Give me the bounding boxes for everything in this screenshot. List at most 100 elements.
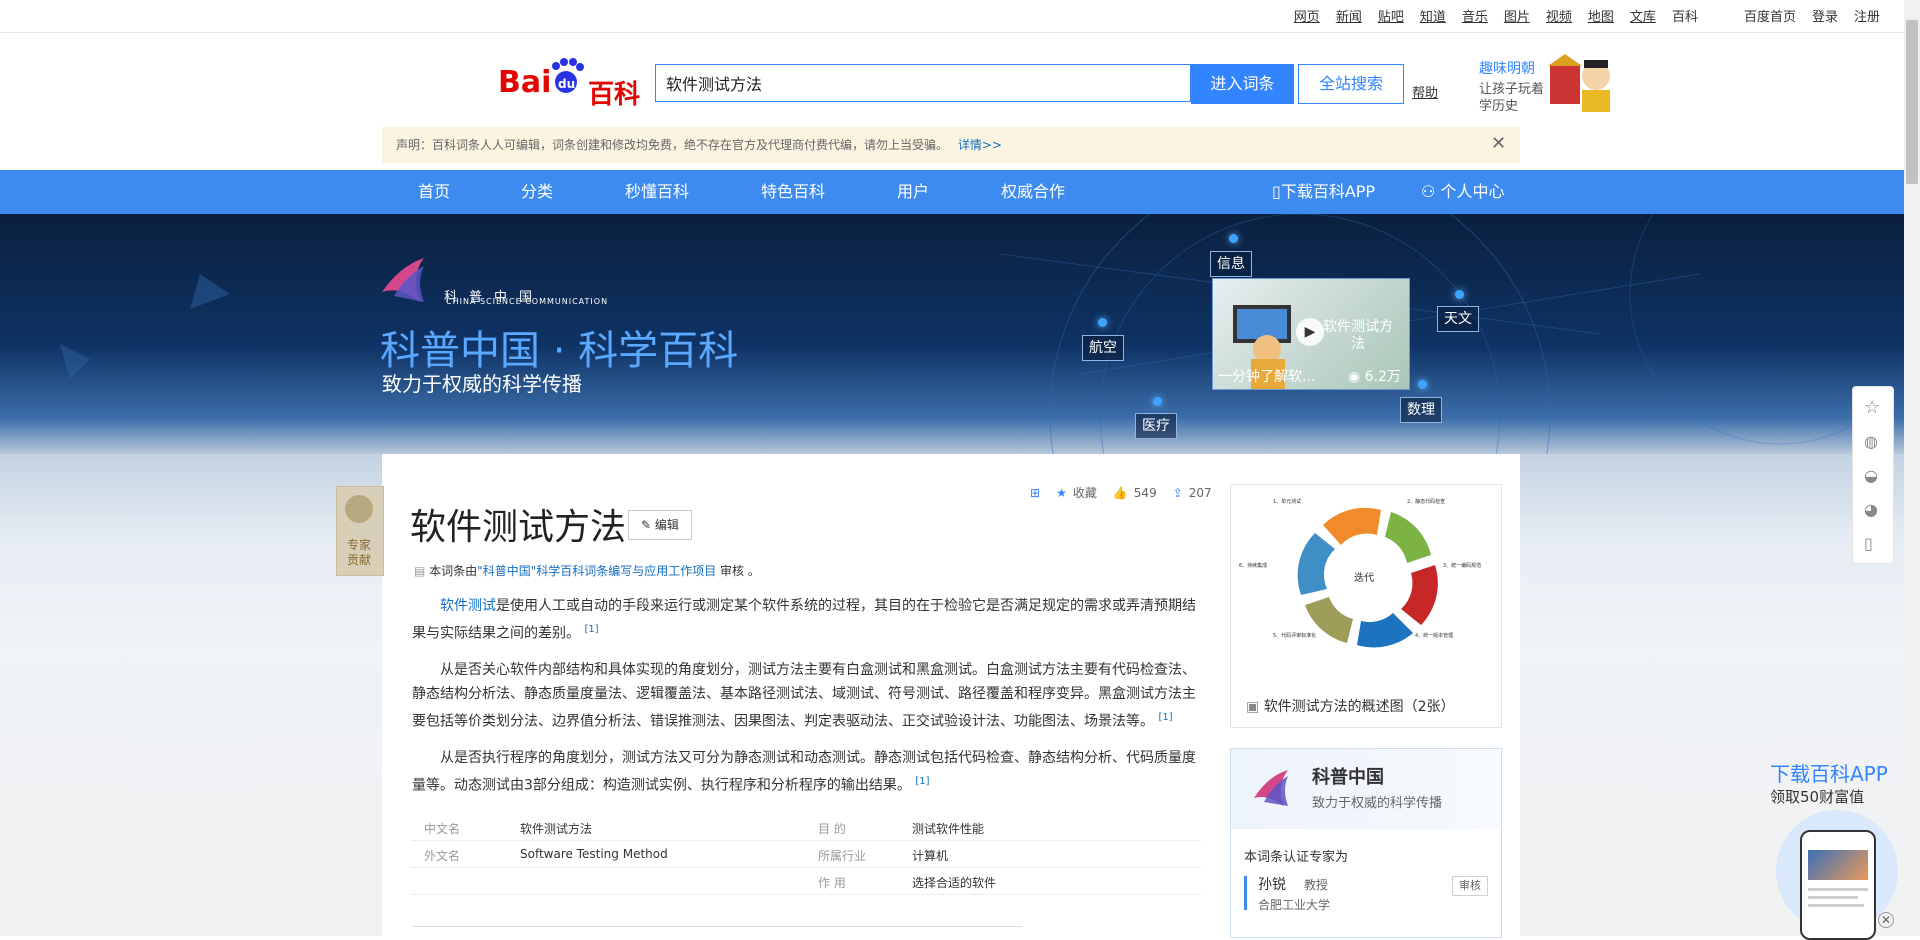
- nav-user[interactable]: 用户: [897, 170, 929, 214]
- tag-medical[interactable]: 医疗: [1135, 413, 1177, 439]
- top-link-video[interactable]: 视频: [1546, 6, 1572, 25]
- nav-category[interactable]: 分类: [521, 170, 553, 214]
- cycle-label: 5、代码评审标准化: [1273, 632, 1316, 639]
- expert-certified-label: 本词条认证专家为: [1244, 850, 1349, 865]
- scrollbar-thumb[interactable]: [1906, 20, 1918, 184]
- banner-subtitle: 致力于权威的科学传播: [382, 372, 582, 396]
- nav-download-app[interactable]: ▯下载百科APP: [1272, 170, 1375, 214]
- download-app-title[interactable]: 下载百科APP: [1770, 758, 1888, 787]
- top-link-wenku[interactable]: 文库: [1630, 6, 1656, 25]
- expert-name[interactable]: 孙锐: [1258, 874, 1286, 894]
- paragraph-1: 软件测试是使用人工或自动的手段来运行或测定某个软件系统的过程，其目的在于检验它是…: [412, 594, 1196, 646]
- like-count: 549: [1133, 485, 1157, 500]
- search-input[interactable]: [655, 64, 1191, 102]
- tag-astronomy[interactable]: 天文: [1437, 306, 1479, 332]
- review-project-link[interactable]: "科普中国"科学百科词条编写与应用工作项目: [477, 564, 716, 578]
- edit-button[interactable]: ✎ 编辑: [628, 510, 692, 540]
- mobile-icon[interactable]: ▯: [1864, 535, 1882, 553]
- nav-miaodong[interactable]: 秒懂百科: [625, 170, 689, 214]
- graduation-cap-icon: [345, 495, 373, 523]
- nav-download-label: 下载百科APP: [1280, 182, 1376, 201]
- dot-icon: [1229, 234, 1238, 243]
- download-app-subtitle: 领取50财富值: [1770, 788, 1865, 806]
- notice-detail-link[interactable]: 详情>>: [958, 138, 1002, 152]
- overview-image[interactable]: 迭代 1、单元测试 2、静态代码检查 3、统一编码规范 4、统一版本管理 5、代…: [1230, 484, 1502, 728]
- cycle-label: 1、单元测试: [1273, 498, 1301, 505]
- enter-entry-button[interactable]: 进入词条: [1191, 64, 1294, 104]
- nav-authority[interactable]: 权威合作: [1001, 170, 1065, 214]
- top-link-music[interactable]: 音乐: [1462, 6, 1488, 25]
- kepu-logo-icon: [380, 256, 440, 304]
- dot-icon: [1098, 318, 1107, 327]
- top-link-news[interactable]: 新闻: [1336, 6, 1362, 25]
- video-title: 一分钟了解软...: [1218, 369, 1316, 385]
- thumbs-up-icon[interactable]: 👍: [1113, 486, 1128, 500]
- cycle-label: 6、持续集成: [1239, 562, 1267, 569]
- expert-review-badge: 审核: [1452, 876, 1488, 896]
- promo-title[interactable]: 趣味明朝: [1479, 58, 1535, 78]
- tag-aviation[interactable]: 航空: [1082, 335, 1124, 361]
- top-link-map[interactable]: 地图: [1588, 6, 1614, 25]
- help-link[interactable]: 帮助: [1412, 82, 1438, 101]
- top-link-tieba[interactable]: 贴吧: [1378, 6, 1404, 25]
- star-icon[interactable]: ☆: [1864, 399, 1882, 417]
- wechat-icon[interactable]: ◒: [1864, 467, 1882, 485]
- reference-link[interactable]: [1]: [915, 776, 929, 787]
- full-site-search-button[interactable]: 全站搜索: [1298, 64, 1404, 104]
- expert-rank: 教授: [1304, 878, 1329, 892]
- logo-baike-text: 百科: [588, 80, 641, 110]
- info-name: 所属行业: [818, 849, 867, 863]
- top-link-zhidao[interactable]: 知道: [1420, 6, 1446, 25]
- video-overlay-text: 软件测试方法: [1323, 319, 1393, 352]
- top-link-image[interactable]: 图片: [1504, 6, 1530, 25]
- reference-link[interactable]: [1]: [1158, 712, 1172, 723]
- login-link[interactable]: 登录: [1812, 6, 1838, 25]
- collect-label[interactable]: 收藏: [1073, 484, 1097, 501]
- top-link-home[interactable]: 百度首页: [1744, 6, 1796, 25]
- nav-home[interactable]: 首页: [418, 170, 450, 214]
- top-link-baike: 百科: [1671, 10, 1698, 25]
- review-prefix: 本词条由: [429, 564, 478, 578]
- share-sidebar: ☆ ◍ ◒ ◕ ▯: [1852, 386, 1894, 564]
- weibo-icon[interactable]: ◍: [1864, 433, 1882, 451]
- star-icon[interactable]: ★: [1056, 486, 1067, 500]
- review-suffix: 审核 。: [720, 564, 760, 578]
- info-value-link[interactable]: 软件测试方法: [520, 820, 592, 837]
- cycle-center-label: 迭代: [1354, 572, 1374, 584]
- cycle-label: 2、静态代码检查: [1407, 498, 1445, 505]
- software-testing-link[interactable]: 软件测试: [440, 598, 496, 614]
- register-link[interactable]: 注册: [1854, 6, 1880, 25]
- qq-icon[interactable]: ◕: [1864, 501, 1882, 519]
- play-icon[interactable]: ▶: [1296, 318, 1324, 346]
- nav-personal-center[interactable]: ⚇ 个人中心: [1421, 170, 1504, 214]
- dot-icon: [1455, 290, 1464, 299]
- overview-caption[interactable]: ▣ 软件测试方法的概述图（2张）: [1246, 696, 1455, 716]
- top-link-web[interactable]: 网页: [1294, 6, 1320, 25]
- tag-math-physics[interactable]: 数理: [1400, 397, 1442, 423]
- paragraph-3-text: 从是否执行程序的角度划分，测试方法又可分为静态测试和动态测试。静态测试包括代码检…: [412, 750, 1196, 794]
- user-icon: ⚇: [1421, 182, 1441, 201]
- nav-featured[interactable]: 特色百科: [761, 170, 825, 214]
- kepu-card-name[interactable]: 科普中国: [1312, 763, 1384, 789]
- kepu-card-subtitle: 致力于权威的科学传播: [1312, 796, 1443, 811]
- paragraph-3: 从是否执行程序的角度划分，测试方法又可分为静态测试和动态测试。静态测试包括代码检…: [412, 746, 1196, 798]
- edit-button-label: 编辑: [654, 518, 679, 532]
- promo-line2: 学历史: [1479, 99, 1519, 114]
- svg-text:Bai: Bai: [498, 65, 551, 100]
- share-icon[interactable]: ⇪: [1173, 486, 1183, 500]
- kepu-card-logo-icon: [1252, 768, 1298, 808]
- video-views-count: 6.2万: [1364, 369, 1401, 385]
- reference-link[interactable]: [1]: [584, 624, 598, 635]
- add-icon[interactable]: ⊞: [1030, 486, 1040, 500]
- paragraph-1-text: 是使用人工或自动的手段来运行或测定某个软件系统的过程，其目的在于检验它是否满足规…: [412, 598, 1196, 642]
- close-icon[interactable]: ✕: [1491, 135, 1506, 153]
- divider: [412, 926, 1022, 927]
- tag-info[interactable]: 信息: [1210, 251, 1252, 277]
- phone-mockup-image[interactable]: [1800, 830, 1876, 940]
- close-icon[interactable]: ✕: [1878, 912, 1894, 928]
- promo-cartoon-image[interactable]: [1548, 50, 1618, 116]
- main-nav: [0, 170, 1904, 214]
- expert-accent-bar: [1244, 876, 1247, 910]
- expert-school: 合肥工业大学: [1258, 898, 1331, 912]
- video-views: ◉ 6.2万: [1348, 366, 1401, 386]
